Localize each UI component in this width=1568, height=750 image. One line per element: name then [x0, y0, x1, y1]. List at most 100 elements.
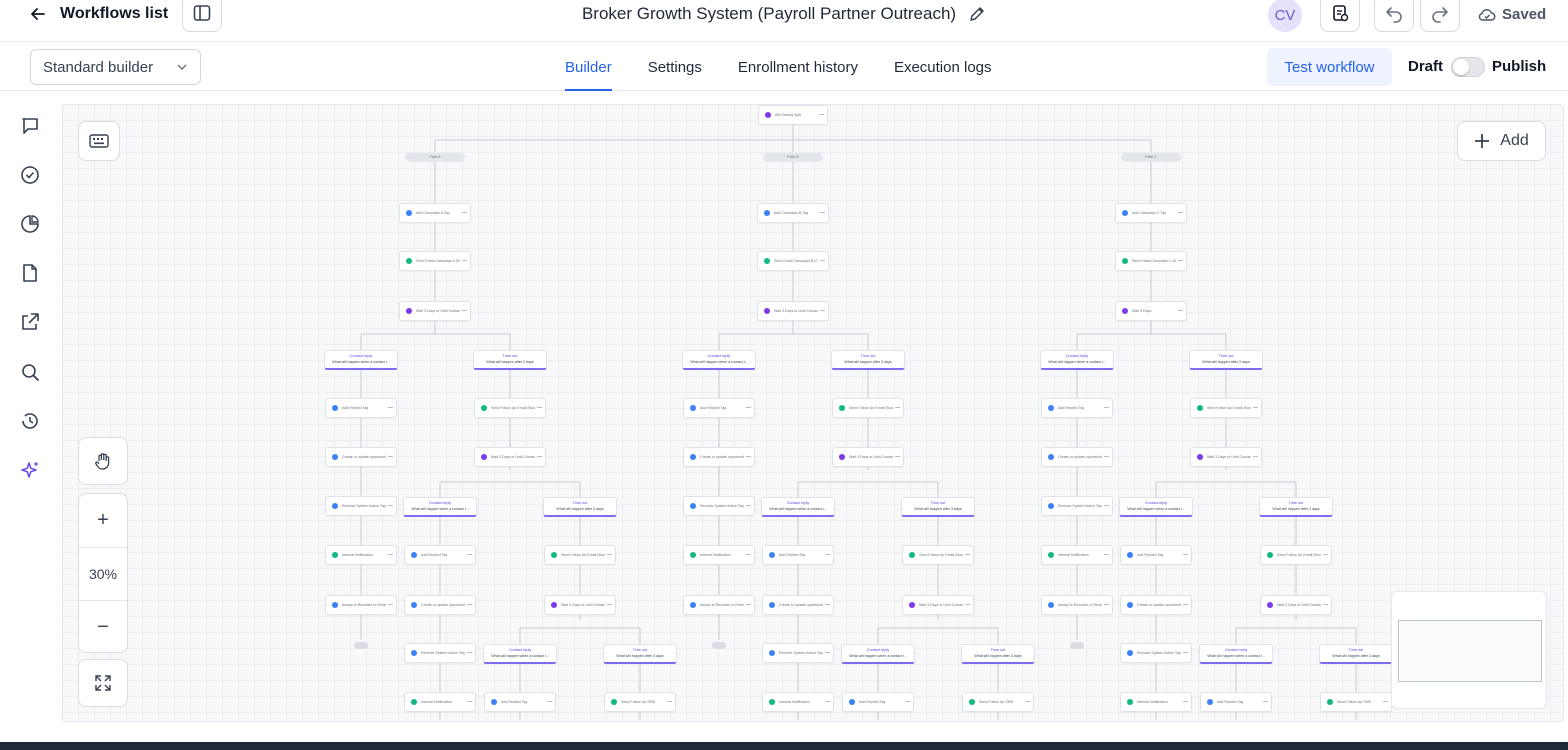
zoom-out-button[interactable]: − — [79, 600, 127, 653]
follow-up-sms-node[interactable]: Send Follow Up SMS — [962, 692, 1034, 712]
node-menu-icon[interactable] — [820, 310, 825, 311]
node-menu-icon[interactable] — [965, 604, 970, 605]
assign-node[interactable]: Assign to Recruiter to Research and Book… — [683, 595, 755, 615]
node-menu-icon[interactable] — [1178, 310, 1183, 311]
node-menu-icon[interactable] — [388, 554, 393, 555]
node-menu-icon[interactable] — [467, 554, 472, 555]
node-menu-icon[interactable] — [825, 604, 830, 605]
node-menu-icon[interactable] — [388, 456, 393, 457]
remove-tag-node[interactable]: Remove System Active Tag — [1041, 496, 1113, 516]
split-node[interactable]: A/B Testing Split — [758, 105, 828, 125]
tab-execution-logs[interactable]: Execution logs — [894, 43, 992, 91]
node-menu-icon[interactable] — [1323, 554, 1328, 555]
workflow-canvas[interactable] — [62, 104, 1564, 722]
remove-tag-node[interactable]: Remove System Active Tag — [762, 643, 834, 663]
replied-tag-node[interactable]: Add Replied Tag — [1200, 692, 1272, 712]
replied-tag-node[interactable]: Add Replied Tag — [1041, 398, 1113, 418]
node-menu-icon[interactable] — [537, 407, 542, 408]
node-menu-icon[interactable] — [1025, 701, 1030, 702]
notification-node[interactable]: Internal Notification — [762, 692, 834, 712]
node-menu-icon[interactable] — [607, 554, 612, 555]
node-menu-icon[interactable] — [388, 604, 393, 605]
email-node[interactable]: Send Email Campaign C (Minimum Stack) — [1115, 251, 1187, 271]
node-menu-icon[interactable] — [467, 652, 472, 653]
undo-button[interactable] — [1374, 0, 1414, 32]
replied-tag-node[interactable]: Add Replied Tag — [325, 398, 397, 418]
wait-reply-node[interactable]: Wait 3 Days or Until Contact Replied — [832, 447, 904, 467]
user-avatar[interactable]: CV — [1268, 0, 1302, 32]
node-menu-icon[interactable] — [1383, 701, 1388, 702]
wait-reply-node[interactable]: Wait 3 Days or Until Contact Replied — [1190, 447, 1262, 467]
test-workflow-button[interactable]: Test workflow — [1267, 48, 1392, 86]
node-menu-icon[interactable] — [1183, 554, 1188, 555]
assign-node[interactable]: Assign to Recruiter to Research and Book… — [325, 595, 397, 615]
minimap-viewport[interactable] — [1398, 620, 1542, 682]
notification-node[interactable]: Internal Notification — [1041, 545, 1113, 565]
node-menu-icon[interactable] — [746, 554, 751, 555]
pan-tool-button[interactable] — [78, 437, 128, 485]
node-menu-icon[interactable] — [1253, 407, 1258, 408]
node-menu-icon[interactable] — [547, 701, 552, 702]
follow-up-email-node[interactable]: Send Follow Up Email (Bounce) — [1190, 398, 1262, 418]
node-menu-icon[interactable] — [1253, 456, 1258, 457]
node-menu-icon[interactable] — [607, 604, 612, 605]
tag-node[interactable]: Add Campaign A Tag — [399, 203, 471, 223]
edit-title-icon[interactable] — [968, 5, 986, 23]
node-menu-icon[interactable] — [820, 260, 825, 261]
opportunity-node[interactable]: Create or update opportunity — [1041, 447, 1113, 467]
notification-node[interactable]: Internal Notification — [683, 545, 755, 565]
node-menu-icon[interactable] — [965, 554, 970, 555]
history-icon[interactable] — [19, 410, 41, 432]
back-to-workflows-button[interactable]: Workflows list — [28, 4, 168, 24]
node-menu-icon[interactable] — [820, 212, 825, 213]
node-menu-icon[interactable] — [895, 456, 900, 457]
redo-button[interactable] — [1420, 0, 1460, 32]
wait-reply-node[interactable]: Wait 3 Days or Until Contact Replied — [544, 595, 616, 615]
notification-node[interactable]: Internal Notification — [404, 692, 476, 712]
wait-node[interactable]: Wait 3 Days — [1115, 301, 1187, 321]
check-circle-icon[interactable] — [19, 164, 41, 186]
tag-node[interactable]: Add Campaign C Tag — [1115, 203, 1187, 223]
node-menu-icon[interactable] — [746, 456, 751, 457]
node-menu-icon[interactable] — [825, 701, 830, 702]
node-menu-icon[interactable] — [467, 701, 472, 702]
node-menu-icon[interactable] — [467, 604, 472, 605]
assign-node[interactable]: Assign to Recruiter to Research and Book… — [1041, 595, 1113, 615]
follow-up-sms-node[interactable]: Send Follow Up SMS — [604, 692, 676, 712]
zoom-in-button[interactable]: + — [79, 494, 127, 547]
node-menu-icon[interactable] — [895, 407, 900, 408]
sparkle-icon[interactable] — [19, 460, 41, 482]
node-menu-icon[interactable] — [746, 604, 751, 605]
node-menu-icon[interactable] — [462, 310, 467, 311]
wait-reply-node[interactable]: Wait 3 Days or Until Contact Replied — [1260, 595, 1332, 615]
tag-node[interactable]: Add Campaign B Tag — [757, 203, 829, 223]
replied-tag-node[interactable]: Add Replied Tag — [484, 692, 556, 712]
follow-up-email-node[interactable]: Send Follow Up Email (Bounce) — [1260, 545, 1332, 565]
remove-tag-node[interactable]: Remove System Active Tag — [1120, 643, 1192, 663]
document-icon[interactable] — [19, 262, 41, 284]
node-menu-icon[interactable] — [819, 114, 824, 115]
follow-up-email-node[interactable]: Send Follow Up Email (Bounce) — [544, 545, 616, 565]
tab-builder[interactable]: Builder — [565, 43, 612, 91]
opportunity-node[interactable]: Create or update opportunity — [325, 447, 397, 467]
email-node[interactable]: Send Email Campaign B (Cohort Reference) — [757, 251, 829, 271]
node-menu-icon[interactable] — [825, 652, 830, 653]
replied-tag-node[interactable]: Add Replied Tag — [842, 692, 914, 712]
chat-icon[interactable] — [19, 115, 41, 137]
wait-reply-node[interactable]: Wait 3 Days or Until Contact Replied — [474, 447, 546, 467]
node-menu-icon[interactable] — [1183, 604, 1188, 605]
node-menu-icon[interactable] — [825, 554, 830, 555]
opportunity-node[interactable]: Create or update opportunity — [404, 595, 476, 615]
wait-node[interactable]: Wait 3 Days or Until Contact Replied — [399, 301, 471, 321]
notification-node[interactable]: Internal Notification — [325, 545, 397, 565]
node-menu-icon[interactable] — [1323, 604, 1328, 605]
minimap[interactable] — [1391, 591, 1547, 709]
add-node-button[interactable]: Add — [1457, 121, 1546, 161]
remove-tag-node[interactable]: Remove System Active Tag — [404, 643, 476, 663]
tab-enrollment-history[interactable]: Enrollment history — [738, 43, 858, 91]
wait-reply-node[interactable]: Wait 3 Days or Until Contact Replied — [902, 595, 974, 615]
replied-tag-node[interactable]: Add Replied Tag — [762, 545, 834, 565]
follow-up-sms-node[interactable]: Send Follow Up SMS — [1320, 692, 1392, 712]
node-menu-icon[interactable] — [667, 701, 672, 702]
wait-node[interactable]: Wait 3 Days or Until Contact Replied — [757, 301, 829, 321]
